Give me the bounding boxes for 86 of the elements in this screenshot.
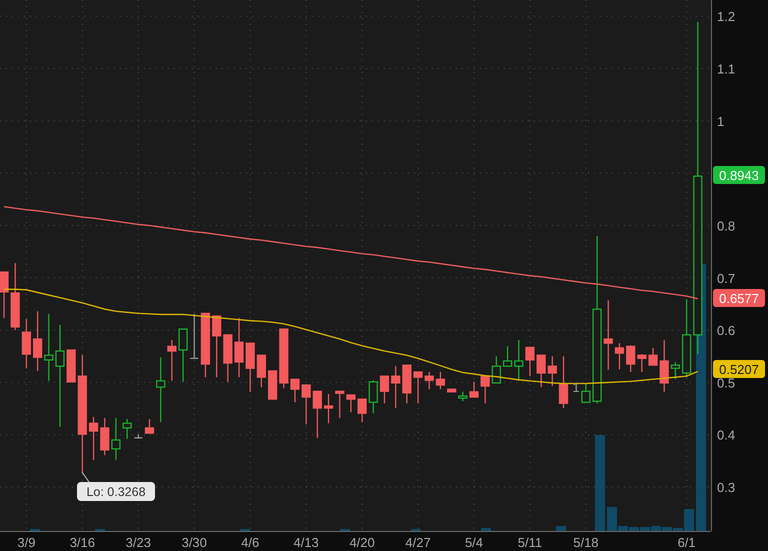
event-marker: 1 [572,380,580,395]
candle [302,384,311,424]
candle [0,271,9,318]
leader-line [82,472,90,482]
candle [324,394,334,424]
candle [358,398,367,422]
candle [581,384,590,403]
x-axis-label: 5/11 [518,535,542,550]
x-axis-label: 4/13 [294,535,319,550]
candle [167,340,176,381]
candle [88,416,98,460]
y-axis-label: 0.5 [717,375,736,390]
volume-bar [556,526,566,531]
candle [648,348,658,366]
candle [447,388,456,392]
candle [256,354,266,388]
candle [246,342,255,392]
candle [212,315,222,378]
x-axis-label: 4/27 [405,535,431,550]
candle [469,382,479,398]
candle [346,394,356,412]
candle [44,314,54,381]
y-axis-label: 1.1 [717,62,736,77]
y-axis-label: 0.6 [717,323,736,338]
candle [144,419,154,434]
candle [458,392,468,402]
x-axis-label: 4/20 [349,535,375,550]
x-axis-label: 5/4 [464,535,484,550]
candle [548,356,557,386]
y-axis-label: 1 [717,114,724,129]
candle [10,263,20,330]
candle [626,345,636,372]
candle [604,300,613,370]
candle [492,356,501,384]
candle [558,356,568,408]
candle [424,372,434,390]
candle [268,370,278,400]
candle [670,362,680,380]
candle [536,354,546,388]
x-axis-label: 3/30 [182,535,207,550]
candle [480,376,490,404]
candle [279,328,288,388]
x-axis-label: 3/16 [70,535,96,550]
price-tag: 0.5207 [713,360,765,378]
volume-bar [481,528,491,531]
candle [66,349,76,382]
candle [312,390,322,438]
candle [502,346,512,367]
candle [100,418,110,456]
candle [514,340,524,381]
x-axis-label: 3/23 [126,535,151,550]
x-axis-label: 4/6 [241,535,260,550]
low-price-callout: Lo: 0.3268 [77,482,155,501]
candle [134,434,142,438]
candle [33,311,42,371]
candle [200,312,210,378]
x-axis-label: 5/18 [573,535,599,550]
y-axis-label: 0.3 [717,480,736,496]
candle [368,380,378,414]
candle [436,372,446,390]
candle [190,314,198,359]
candle [223,334,232,382]
candle [234,318,244,378]
candle [111,418,121,460]
candle [156,357,166,422]
candle [660,340,669,392]
candle [391,366,400,408]
candle [413,371,423,404]
price-tag: 0.6577 [713,289,765,307]
candle [290,378,300,402]
candle [614,343,624,370]
candle [525,346,535,376]
candle [122,419,132,439]
candle [178,328,188,382]
x-axis-label: 3/9 [17,535,36,550]
y-axis-label: 0.7 [717,270,736,286]
candle [380,376,390,404]
y-axis-label: 0.4 [717,428,736,443]
y-axis-label: 1.2 [717,9,736,24]
price-tag: 0.8943 [713,166,765,184]
candle [335,390,344,418]
x-axis-label: 6/1 [678,535,696,550]
y-axis-label: 0.8 [717,218,736,234]
candle [637,354,646,372]
candle [22,319,31,368]
candle [402,364,412,404]
